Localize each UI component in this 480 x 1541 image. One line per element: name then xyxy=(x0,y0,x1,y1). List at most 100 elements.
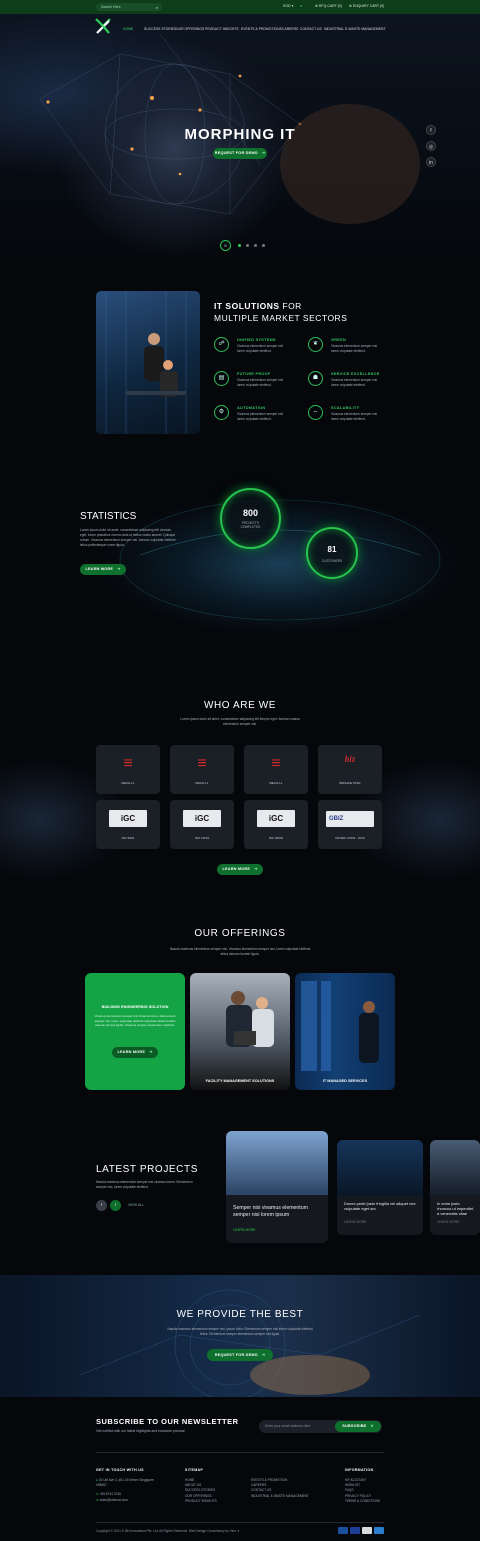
linkedin-icon[interactable]: in xyxy=(426,157,436,167)
certification-card: ≡ MECH-L1 xyxy=(96,745,160,794)
feature-title: AUTOMATION xyxy=(237,406,266,410)
currency-label: SGD xyxy=(283,4,291,8)
project-learn-more-link[interactable]: LEARN MORE xyxy=(233,1228,255,1232)
verz-logo-icon[interactable]: ➚ xyxy=(237,1529,240,1533)
slider-dot[interactable] xyxy=(246,244,249,247)
igc-logo-icon: iGC xyxy=(183,810,221,827)
site-logo[interactable] xyxy=(95,17,111,39)
solutions-subtitle: MULTIPLE MARKET SECTORS xyxy=(214,313,348,323)
learn-more-label: LEARN MORE xyxy=(222,867,251,871)
bca-logo-icon: ≡ xyxy=(271,755,281,772)
certification-label: MECH-L1 xyxy=(121,781,135,785)
certification-card: iGC ISO 14001 xyxy=(170,800,234,849)
view-all-link[interactable]: VIEW ALL xyxy=(128,1203,144,1207)
nav-item[interactable]: CAREERS xyxy=(282,27,298,31)
nav-item[interactable]: EVENTS & PROMOTIONS xyxy=(241,27,282,31)
search-icon[interactable]: ⌕ xyxy=(156,4,158,12)
slider-pause-button[interactable]: II xyxy=(220,240,231,251)
nav-item[interactable]: INDUSTRIAL E-WASTE MANAGEMENT xyxy=(324,27,386,31)
offering-card-facility-title: FACILITY MANAGEMENT SOLUTIONS xyxy=(205,1079,275,1083)
user-icon[interactable]: ● xyxy=(300,4,302,8)
service-icon: ☗ xyxy=(308,371,323,386)
feature-text: Vivamus elementum semper nisi lorem vulp… xyxy=(331,412,378,421)
projects-next-button[interactable]: › xyxy=(110,1200,121,1211)
igc-logo-icon: iGC xyxy=(257,810,295,827)
stat-projects-circle xyxy=(220,488,281,549)
nav-item[interactable]: OUR OFFERINGS xyxy=(176,27,204,31)
offering-card-it[interactable] xyxy=(295,973,395,1090)
contact-email[interactable]: ✉ sales@kformat.com xyxy=(96,1498,128,1503)
feature-title: SCALABILITY xyxy=(331,406,360,410)
certification-label: ISO/IEC 27001 : 2013 xyxy=(335,836,365,840)
solutions-title-bold: IT SOLUTIONS xyxy=(214,301,280,311)
footer-link[interactable]: PRODUCT INSIGHTS xyxy=(185,1499,217,1504)
offering-card-building-text: Vivamus elementum semper nisi Vivamus lo… xyxy=(94,1014,176,1028)
who-learn-more-button[interactable]: LEARN MORE ➜ xyxy=(217,864,263,875)
contact-phone[interactable]: ✆ +65 6744 3746 xyxy=(96,1492,121,1497)
project-title: Semper nisi vivamus elementum semper nis… xyxy=(233,1205,308,1218)
slider-dot[interactable] xyxy=(238,244,241,247)
feature-title: UNIFIED SYSTEMS xyxy=(237,338,276,342)
server-room-photo xyxy=(301,981,379,1071)
request-demo-label: REQUEST FOR DEMO xyxy=(214,151,258,155)
learn-more-label: LEARN MORE xyxy=(117,1050,146,1054)
footer-divider xyxy=(96,1452,384,1453)
nav-item[interactable]: CONTACT US xyxy=(300,27,322,31)
provide-request-demo-button[interactable]: REQUEST FOR DEMO ➜ xyxy=(207,1349,273,1361)
search-input[interactable]: Search Here ⌕ xyxy=(96,3,162,11)
footer-link[interactable]: INDUSTRIAL E-WASTE MANAGEMENT xyxy=(251,1494,309,1499)
city-background xyxy=(0,740,480,910)
nav-item[interactable]: SUCCESS STORIES xyxy=(144,27,176,31)
provide-text: Nascia maximus elementum semper nisi, ip… xyxy=(167,1327,313,1336)
certification-card: GBIZ ISO/IEC 27001 : 2013 xyxy=(318,800,382,849)
slider-dot[interactable] xyxy=(262,244,265,247)
certification-card: ≡ MECH-L1 xyxy=(244,745,308,794)
arrow-icon: ➜ xyxy=(254,867,258,871)
instagram-icon[interactable]: ◎ xyxy=(426,141,436,151)
projects-prev-button[interactable]: ‹ xyxy=(96,1200,107,1211)
who-title: WHO ARE WE xyxy=(203,700,277,711)
feature-text: Vivamus elementum semper nisi lorem vulp… xyxy=(331,378,378,387)
offering-card-building-title: BUILDING ENGINEERING SOLUTION xyxy=(101,1005,169,1009)
slider-dot[interactable] xyxy=(254,244,257,247)
nav-item[interactable]: PRODUCT INSIGHTS xyxy=(205,27,239,31)
subscribe-button[interactable]: SUBSCRIBE ➤ xyxy=(335,1421,381,1432)
statistics-text: Lorem ipsum dolor sit amet, consectetuer… xyxy=(80,528,176,547)
learn-more-label: LEARN MORE xyxy=(85,567,114,571)
hero-title: MORPHING IT xyxy=(184,126,296,143)
project-image xyxy=(226,1131,328,1195)
certification-card: iGC ISO 9001 xyxy=(96,800,160,849)
currency-selector[interactable]: SGD ▾ xyxy=(283,4,293,8)
request-demo-button[interactable]: REQUEST FOR DEMO ➜ xyxy=(213,148,267,159)
gbiz-logo-icon: GBIZ xyxy=(326,811,374,827)
offering-learn-more-button[interactable]: LEARN MORE ➜ xyxy=(112,1047,158,1058)
enquiry-cart-link[interactable]: ⊕ ENQUIRY CART (0) xyxy=(349,4,384,8)
bca-logo-icon: ≡ xyxy=(197,755,207,772)
certification-label: ISO 9001 xyxy=(121,836,135,840)
feature-text: Vivamus elementum semper nisi lorem vulp… xyxy=(237,344,284,353)
who-text: Lorem ipsum dolor sit amet, consectetuer… xyxy=(180,717,300,726)
facebook-icon[interactable]: f xyxy=(426,125,436,135)
email-text: sales@kformat.com xyxy=(99,1498,128,1502)
project-card[interactable]: In enim justo rhoncus ut imperdiet a ven… xyxy=(430,1140,480,1235)
certification-label: ISO 45001 xyxy=(268,836,284,840)
project-card[interactable]: Donec pede justo fringilla vel aliquet n… xyxy=(337,1140,423,1235)
project-card[interactable]: Semper nisi vivamus elementum semper nis… xyxy=(226,1131,328,1243)
subscribe-label: SUBSCRIBE xyxy=(342,1424,367,1428)
footer-link[interactable]: TERMS & CONDITIONS xyxy=(345,1499,380,1504)
statistics-learn-more-button[interactable]: LEARN MORE ➜ xyxy=(80,564,126,575)
igc-logo-icon: iGC xyxy=(109,810,147,827)
project-learn-more-link[interactable]: LEARN MORE xyxy=(344,1220,366,1224)
offering-card-building[interactable] xyxy=(85,973,185,1090)
offering-card-facility[interactable] xyxy=(190,973,290,1090)
leaf-icon: ❦ xyxy=(308,337,323,352)
gear-icon: ⚙ xyxy=(214,405,229,420)
copyright-text: Copyright © 2021 K-IM Innovations Pte. L… xyxy=(96,1529,240,1533)
nav-item[interactable]: HOME xyxy=(123,27,133,31)
amex-icon xyxy=(374,1527,384,1534)
rfq-cart-link[interactable]: ⊕ RFQ CART (0) xyxy=(315,4,342,8)
project-image xyxy=(337,1140,423,1196)
project-learn-more-link[interactable]: LEARN MORE xyxy=(437,1220,459,1224)
facility-photo xyxy=(226,991,274,1047)
enquiry-label: ENQUIRY CART (0) xyxy=(352,4,385,8)
